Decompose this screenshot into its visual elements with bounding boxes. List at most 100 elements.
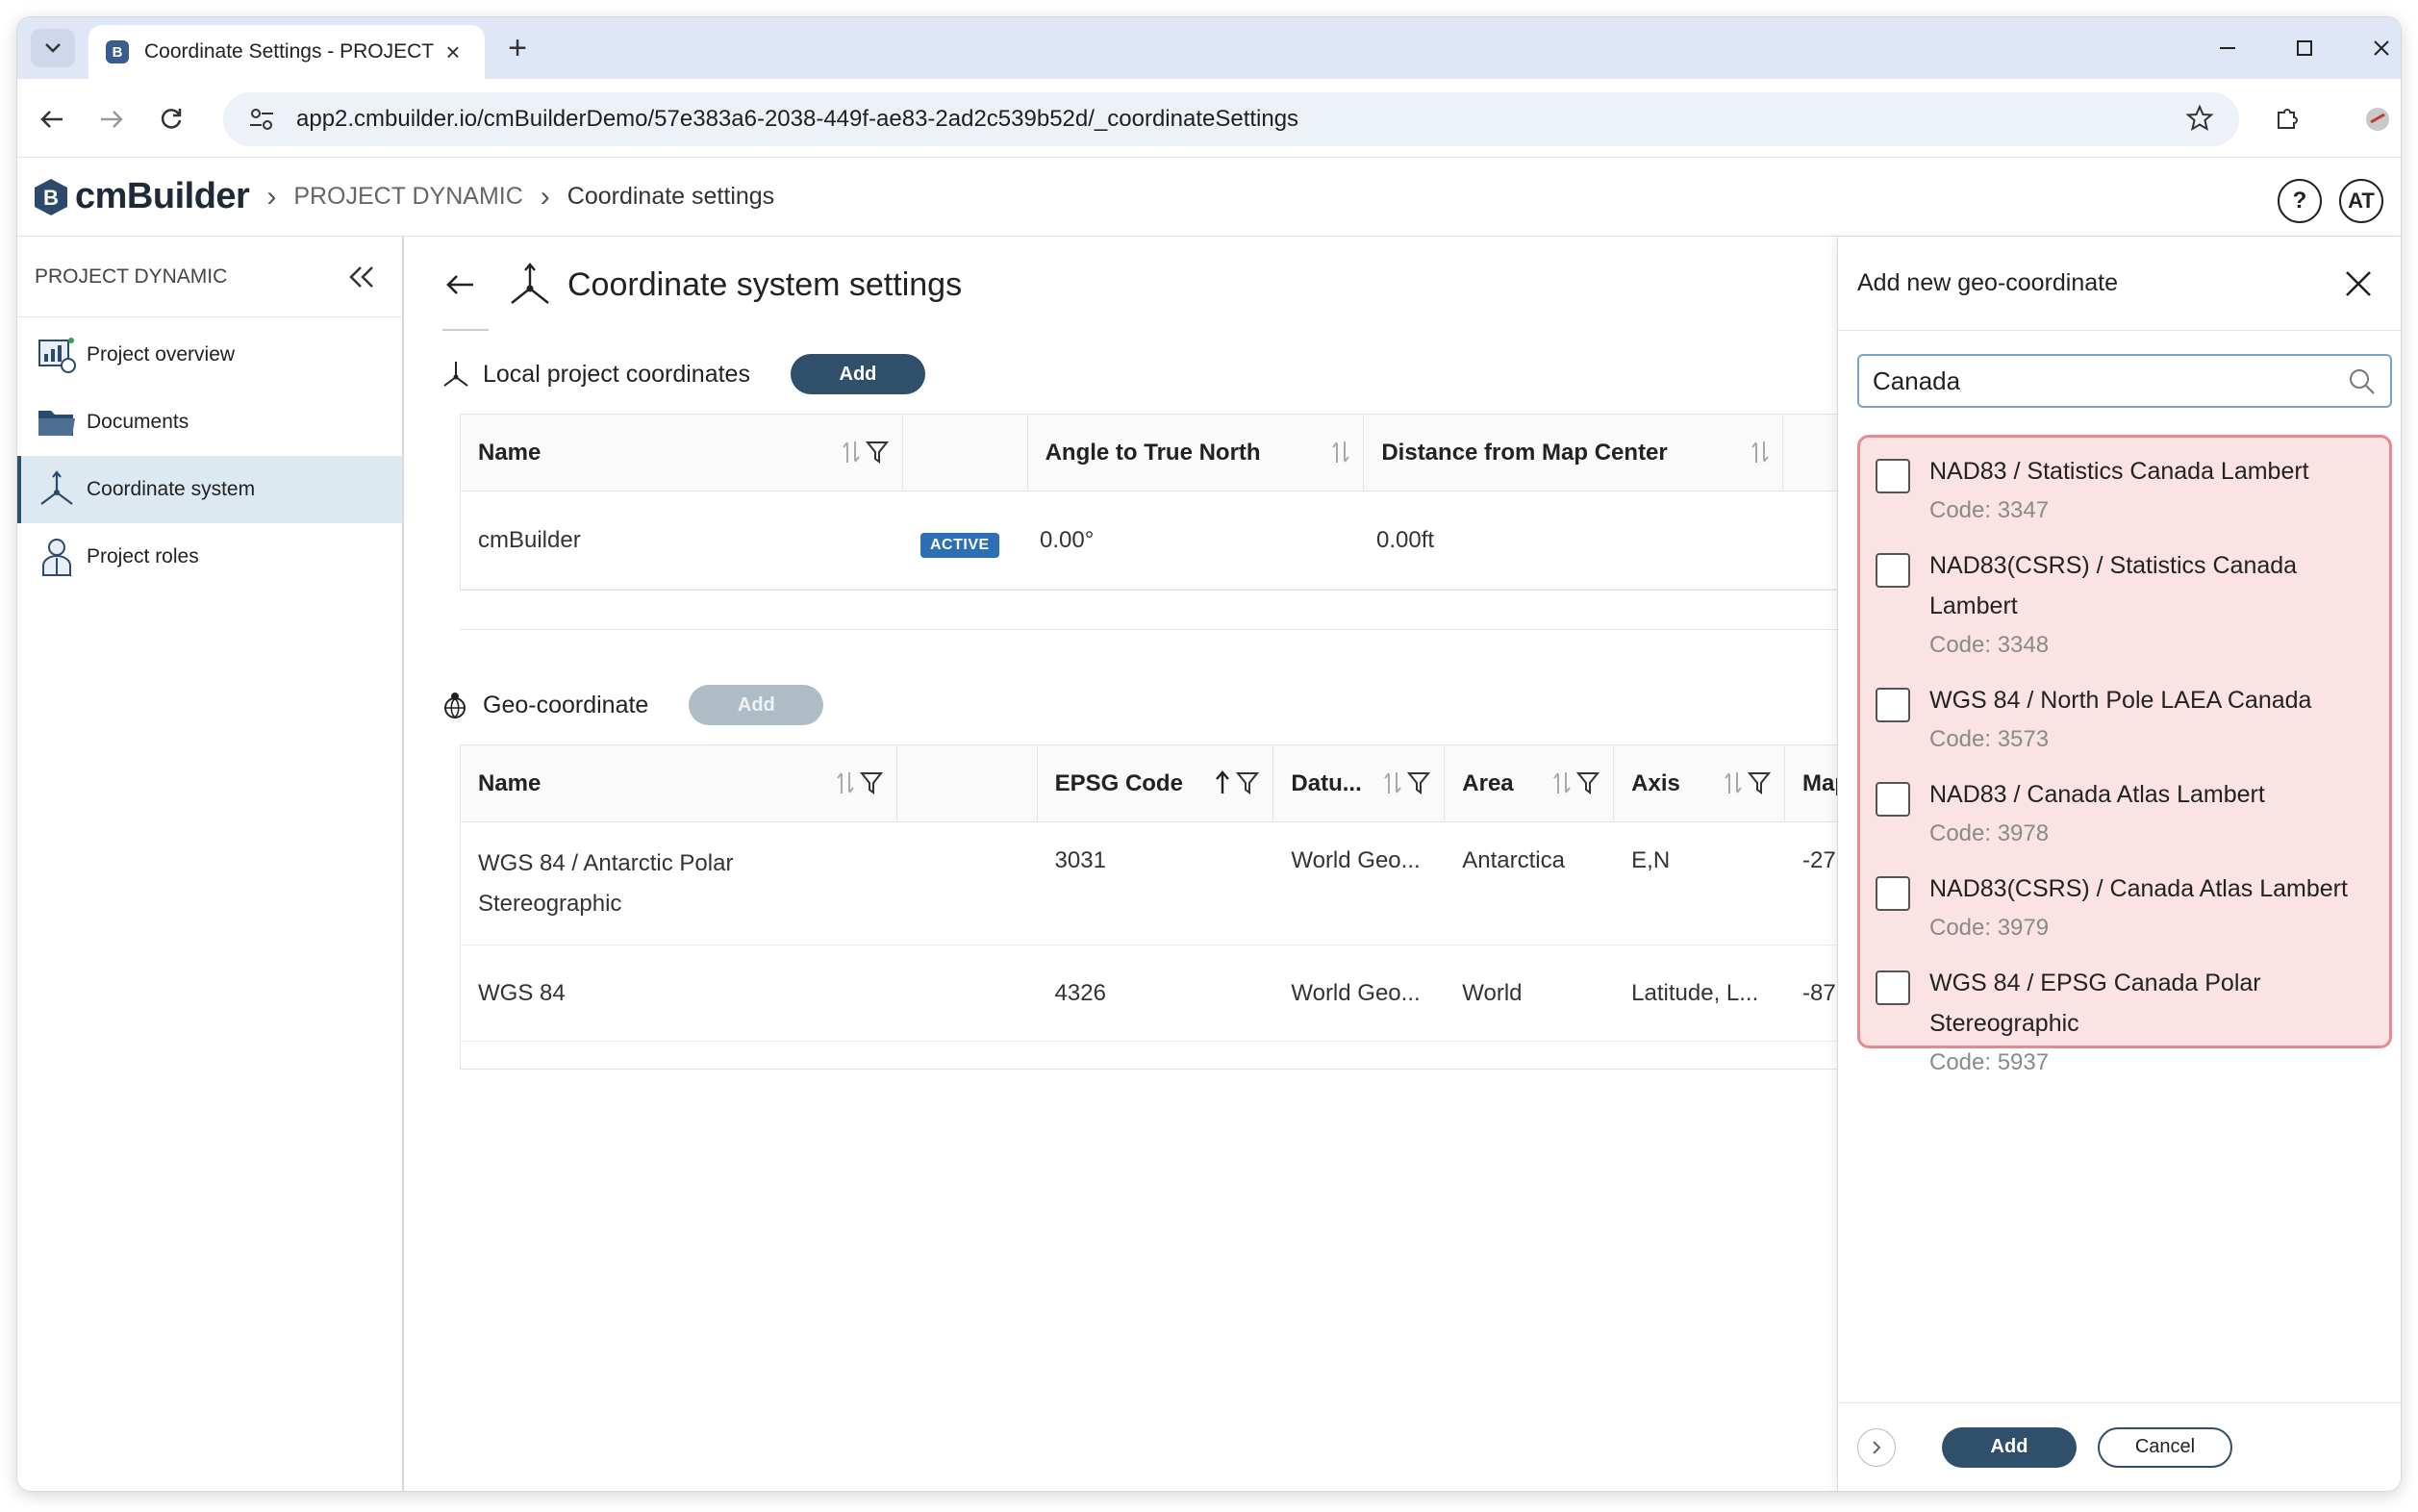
result-checkbox[interactable] [1876,876,1910,911]
filter-icon[interactable] [1576,770,1600,795]
column-header-label: Angle to True North [1045,439,1261,466]
reload-button[interactable] [150,98,192,140]
puzzle-icon [2278,109,2298,129]
result-checkbox[interactable] [1876,553,1910,588]
expand-panel-button[interactable] [1857,1427,1896,1467]
result-checkbox[interactable] [1876,970,1910,1005]
list-item[interactable]: NAD83 / Canada Atlas Lambert Code: 3978 [1860,774,2389,853]
filter-icon[interactable] [1407,770,1431,795]
column-header-name[interactable]: Name [461,415,903,491]
chevron-right-icon [1873,1440,1881,1454]
back-arrow-button[interactable] [439,264,481,306]
column-header-angle[interactable]: Angle to True North [1028,415,1365,491]
address-bar-row: app2.cmbuilder.io/cmBuilderDemo/57e383a6… [17,79,2401,158]
site-info-icon[interactable] [244,102,279,137]
maximize-button[interactable] [2285,31,2324,65]
column-header-label: Distance from Map Center [1381,439,1668,466]
extensions-button[interactable] [2266,98,2308,140]
close-panel-button[interactable] [2330,255,2387,313]
avatar[interactable]: AT [2339,179,2383,223]
tab-close-icon[interactable]: × [439,38,467,67]
table-row[interactable]: cmBuilder ACTIVE 0.00° 0.00ft [461,491,1845,590]
sort-ascending-icon[interactable] [1215,770,1230,795]
add-local-coordinate-button[interactable]: Add [790,354,925,394]
result-name: NAD83(CSRS) / Statistics Canada Lambert [1929,552,2298,619]
sidebar-item-project-roles[interactable]: Project roles [17,523,402,591]
column-header-name[interactable]: Name [461,745,897,821]
cmbuilder-logo[interactable]: B cmBuilder [33,176,250,217]
tab-search-button[interactable] [31,29,75,67]
result-checkbox[interactable] [1876,459,1910,493]
result-checkbox[interactable] [1876,782,1910,817]
folder-icon [35,400,79,444]
breadcrumb-project[interactable]: PROJECT DYNAMIC [293,183,522,211]
search-input[interactable] [1859,365,2342,396]
omnibox[interactable]: app2.cmbuilder.io/cmBuilderDemo/57e383a6… [223,92,2239,146]
arrow-right-icon [101,111,123,128]
list-item[interactable]: NAD83(CSRS) / Statistics Canada Lambert … [1860,545,2389,665]
geo-coordinates-table: Name EPSG Code Datu... Area Axis Map WGS… [460,744,1845,1070]
sort-icon[interactable] [1751,440,1769,465]
axes-icon [35,467,79,512]
main-content: Coordinate system settings Local project… [404,237,1845,1491]
filter-icon[interactable] [859,770,883,795]
svg-text:B: B [43,186,59,210]
result-code: Code: 3347 [1929,497,2050,523]
browser-tab-active[interactable]: B Coordinate Settings - PROJECT × [88,25,485,79]
column-header-label: Axis [1631,769,1680,796]
result-name: NAD83(CSRS) / Canada Atlas Lambert [1929,875,2348,902]
sidebar-item-documents[interactable]: Documents [17,389,402,456]
result-text: WGS 84 / North Pole LAEA Canada Code: 35… [1929,680,2311,759]
table-row[interactable]: WGS 84 / Antarctic Polar Stereographic 3… [461,822,1845,945]
add-geo-coordinate-button[interactable]: Add [689,685,824,725]
cell-name-line: Stereographic [478,890,622,917]
list-item[interactable]: WGS 84 / North Pole LAEA Canada Code: 35… [1860,680,2389,759]
cell-name: WGS 84 / Antarctic Polar Stereographic [461,822,1038,945]
help-button[interactable]: ? [2278,179,2322,223]
column-header-datum[interactable]: Datu... [1273,745,1446,821]
result-name: NAD83 / Canada Atlas Lambert [1929,781,2265,808]
sort-icon[interactable] [1332,440,1350,465]
filter-icon[interactable] [1236,770,1260,795]
forward-button[interactable] [90,98,133,140]
status-badge: ACTIVE [920,532,999,558]
list-item[interactable]: NAD83(CSRS) / Canada Atlas Lambert Code:… [1860,869,2389,947]
result-checkbox[interactable] [1876,688,1910,722]
profile-extension-button[interactable] [2356,98,2399,140]
sort-icon[interactable] [1553,770,1571,795]
table-row[interactable]: WGS 84 4326 World Geo... World Latitude,… [461,945,1845,1042]
column-header-distance[interactable]: Distance from Map Center [1364,415,1784,491]
column-header-axis[interactable]: Axis [1614,745,1786,821]
list-item[interactable]: NAD83 / Statistics Canada Lambert Code: … [1860,451,2389,530]
sort-icon[interactable] [1725,770,1742,795]
add-button[interactable]: Add [1942,1426,2077,1468]
cell-name: cmBuilder [478,526,581,553]
url-text[interactable]: app2.cmbuilder.io/cmBuilderDemo/57e383a6… [296,106,1298,133]
filter-icon[interactable] [1748,770,1772,795]
sort-icon[interactable] [1384,770,1402,795]
bookmark-star-icon[interactable] [2185,104,2214,138]
sidebar-item-coordinate-system[interactable]: Coordinate system [17,456,402,523]
search-box[interactable] [1857,354,2392,408]
sidebar-title: PROJECT DYNAMIC [35,265,228,288]
filter-icon[interactable] [865,440,889,465]
logo-text: cmBuilder [75,176,250,216]
column-header-area[interactable]: Area [1445,745,1615,821]
search-icon[interactable] [2342,362,2380,400]
globe-pin-icon [444,693,466,719]
collapse-sidebar-button[interactable] [333,248,390,306]
app-header: B cmBuilder › PROJECT DYNAMIC › Coordina… [17,158,2401,237]
back-button[interactable] [31,98,73,140]
list-item[interactable]: WGS 84 / EPSG Canada Polar Stereographic… [1860,963,2389,1082]
result-text: NAD83(CSRS) / Statistics Canada Lambert … [1929,545,2389,665]
column-header-map[interactable]: Map [1785,745,1845,821]
close-window-button[interactable] [2362,31,2401,65]
minimize-button[interactable] [2208,31,2247,65]
sidebar-item-project-overview[interactable]: Project overview [17,321,402,389]
cancel-button[interactable]: Cancel [2098,1426,2232,1468]
sort-icon[interactable] [842,440,860,465]
sort-icon[interactable] [836,770,854,795]
local-coordinates-table: Name Angle to True North Distance from M… [460,414,1845,591]
column-header-epsg[interactable]: EPSG Code [1038,745,1274,821]
new-tab-button[interactable]: + [498,31,537,69]
